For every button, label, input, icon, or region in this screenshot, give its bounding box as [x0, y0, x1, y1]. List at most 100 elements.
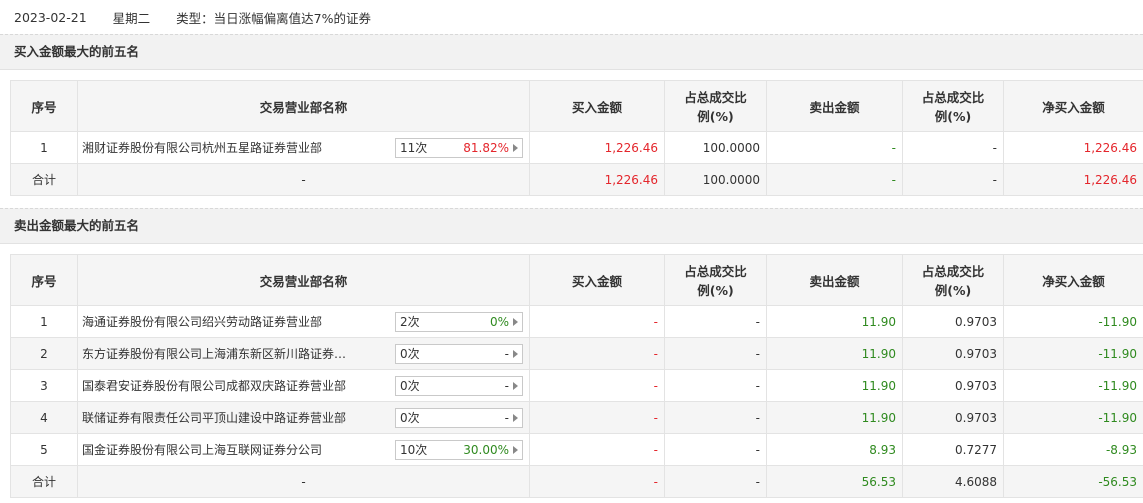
total-sell: 56.53	[766, 465, 903, 498]
table-row: 1 湘财证券股份有限公司杭州五星路证券营业部 11次 81.82% 1,226.…	[10, 131, 1143, 164]
table-row: 3 国泰君安证券股份有限公司成都双庆路证券营业部 0次 - - -11.90 0.9703-…	[10, 369, 1143, 402]
stats-dropdown[interactable]: 0次 -	[395, 343, 523, 364]
net-buy: -11.90	[1003, 337, 1143, 370]
sell-amount: -	[766, 131, 903, 164]
caret-right-icon	[513, 445, 518, 454]
total-sell: -	[766, 163, 903, 196]
col-buy-amount: 买入金额	[529, 80, 665, 132]
branch-cell: 国泰君安证券股份有限公司成都双庆路证券营业部 0次 -	[77, 369, 530, 402]
branch-name[interactable]: 海通证券股份有限公司绍兴劳动路证券营业部	[82, 313, 322, 330]
sell-amount: 11.90	[766, 369, 903, 402]
net-buy: 1,226.46	[1003, 131, 1143, 164]
success-rate: 30.00%	[463, 442, 509, 457]
appearance-count: 0次	[400, 347, 420, 361]
total-sell-ratio: -	[902, 163, 1004, 196]
buy-amount: -	[529, 337, 665, 370]
stats-dropdown[interactable]: 10次 30.00%	[395, 439, 523, 460]
col-net-buy: 净买入金额	[1003, 80, 1143, 132]
stats-dropdown[interactable]: 2次 0%	[395, 311, 523, 332]
caret-right-icon	[513, 143, 518, 152]
buy-amount: -	[529, 369, 665, 402]
caret-right-icon	[513, 349, 518, 358]
caret-right-icon	[513, 317, 518, 326]
sell-ratio: 0.9703	[902, 305, 1004, 338]
row-index: 2	[10, 337, 78, 370]
sell-table-wrap: 序号 交易营业部名称 买入金额 占总成交比 例(%) 卖出金额 占总成交比 例(%)…	[0, 244, 1143, 498]
total-buy-ratio: 100.0000	[664, 163, 767, 196]
col-sell-ratio: 占总成交比 例(%)	[902, 254, 1004, 306]
success-rate: -	[504, 410, 509, 425]
total-row: 合计 - - -56.53 4.6088 -56.53	[10, 465, 1143, 498]
table-row: 5 国金证券股份有限公司上海互联网证券分公司 10次 30.00% - -8.93 0.72…	[10, 433, 1143, 466]
appearance-count: 10次	[400, 443, 428, 457]
branch-name[interactable]: 国金证券股份有限公司上海互联网证券分公司	[82, 441, 322, 458]
buy-amount: 1,226.46	[529, 131, 665, 164]
total-name: -	[77, 163, 530, 196]
buy-ratio: -	[664, 369, 767, 402]
col-buy-amount: 买入金额	[529, 254, 665, 306]
net-buy: -11.90	[1003, 369, 1143, 402]
col-index: 序号	[10, 80, 78, 132]
sell-amount: 11.90	[766, 305, 903, 338]
col-sell-amount: 卖出金额	[766, 80, 903, 132]
total-net: 1,226.46	[1003, 163, 1143, 196]
col-sell-amount: 卖出金额	[766, 254, 903, 306]
row-index: 5	[10, 433, 78, 466]
total-buy-ratio: -	[664, 465, 767, 498]
branch-cell: 海通证券股份有限公司绍兴劳动路证券营业部 2次 0%	[77, 305, 530, 338]
branch-name[interactable]: 东方证券股份有限公司上海浦东新区新川路证券…	[82, 345, 346, 362]
col-branch-name: 交易营业部名称	[77, 80, 530, 132]
caret-right-icon	[513, 413, 518, 422]
branch-name[interactable]: 湘财证券股份有限公司杭州五星路证券营业部	[82, 139, 322, 156]
branch-name[interactable]: 国泰君安证券股份有限公司成都双庆路证券营业部	[82, 377, 346, 394]
col-buy-ratio: 占总成交比 例(%)	[664, 254, 767, 306]
buy-table: 序号 交易营业部名称 买入金额 占总成交比 例(%) 卖出金额 占总成交比 例(%)…	[10, 80, 1143, 196]
net-buy: -8.93	[1003, 433, 1143, 466]
col-buy-ratio: 占总成交比 例(%)	[664, 80, 767, 132]
stats-dropdown[interactable]: 0次 -	[395, 407, 523, 428]
sell-amount: 11.90	[766, 401, 903, 434]
total-buy: 1,226.46	[529, 163, 665, 196]
appearance-count: 0次	[400, 379, 420, 393]
success-rate: -	[504, 378, 509, 393]
buy-ratio: -	[664, 305, 767, 338]
success-rate: 0%	[489, 314, 509, 329]
total-sell-ratio: 4.6088	[902, 465, 1004, 498]
row-index: 1	[10, 305, 78, 338]
branch-cell: 湘财证券股份有限公司杭州五星路证券营业部 11次 81.82%	[77, 131, 530, 164]
net-buy: -11.90	[1003, 401, 1143, 434]
buy-ratio: -	[664, 401, 767, 434]
row-index: 3	[10, 369, 78, 402]
col-sell-ratio: 占总成交比 例(%)	[902, 80, 1004, 132]
col-branch-name: 交易营业部名称	[77, 254, 530, 306]
total-buy: -	[529, 465, 665, 498]
appearance-count: 0次	[400, 411, 420, 425]
success-rate: 81.82%	[463, 140, 509, 155]
buy-ratio: -	[664, 433, 767, 466]
col-index: 序号	[10, 254, 78, 306]
branch-cell: 东方证券股份有限公司上海浦东新区新川路证券… 0次 -	[77, 337, 530, 370]
total-net: -56.53	[1003, 465, 1143, 498]
branch-cell: 联储证券有限责任公司平顶山建设中路证券营业部 0次 -	[77, 401, 530, 434]
buy-amount: -	[529, 433, 665, 466]
sell-ratio: 0.9703	[902, 401, 1004, 434]
sell-table-header: 序号 交易营业部名称 买入金额 占总成交比 例(%) 卖出金额 占总成交比 例(%)…	[10, 254, 1143, 306]
stats-dropdown[interactable]: 0次 -	[395, 375, 523, 396]
table-row: 2 东方证券股份有限公司上海浦东新区新川路证券… 0次 - - -11.90 0.9703-…	[10, 337, 1143, 370]
net-buy: -11.90	[1003, 305, 1143, 338]
col-net-buy: 净买入金额	[1003, 254, 1143, 306]
total-label: 合计	[10, 465, 78, 498]
stats-dropdown[interactable]: 11次 81.82%	[395, 137, 523, 158]
success-rate: -	[504, 346, 509, 361]
sell-ratio: 0.7277	[902, 433, 1004, 466]
table-row: 1 海通证券股份有限公司绍兴劳动路证券营业部 2次 0% - -11.90 0.9703 -1…	[10, 305, 1143, 338]
top-info-bar: 2023-02-21 星期二 类型：当日涨幅偏离值达7%的证券	[0, 0, 1143, 34]
buy-amount: -	[529, 401, 665, 434]
row-index: 1	[10, 131, 78, 164]
total-name: -	[77, 465, 530, 498]
branch-name[interactable]: 联储证券有限责任公司平顶山建设中路证券营业部	[82, 409, 346, 426]
caret-right-icon	[513, 381, 518, 390]
sell-ratio: -	[902, 131, 1004, 164]
buy-section-title: 买入金额最大的前五名	[0, 34, 1143, 70]
appearance-count: 11次	[400, 141, 428, 155]
